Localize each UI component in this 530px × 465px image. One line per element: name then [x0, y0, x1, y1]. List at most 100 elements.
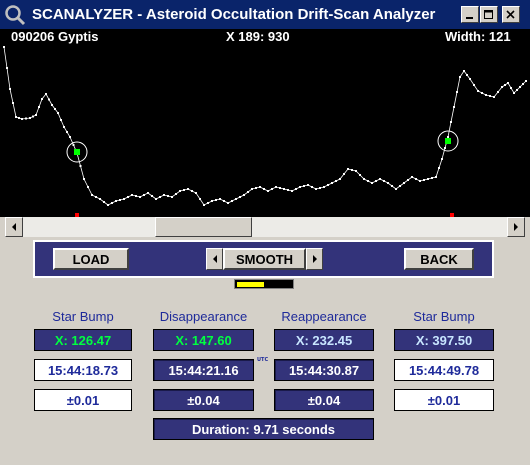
maximize-button[interactable] — [480, 6, 498, 23]
light-curve-point — [135, 195, 137, 197]
light-curve-point — [473, 84, 475, 86]
app-icon — [4, 4, 26, 26]
light-curve-point — [387, 182, 389, 184]
scroll-left-button[interactable] — [5, 217, 23, 237]
smooth-increase-button[interactable] — [306, 248, 323, 270]
object-name-label: 090206 Gyptis — [11, 29, 99, 44]
light-curve-point — [359, 174, 361, 176]
light-curve-point — [444, 147, 446, 149]
light-curve-point — [147, 192, 149, 194]
light-curve-point — [469, 78, 471, 80]
light-curve-point — [367, 180, 369, 182]
light-curve-point — [291, 190, 293, 192]
minimize-button[interactable] — [461, 6, 479, 23]
scroll-right-button[interactable] — [507, 217, 525, 237]
smooth-button[interactable]: SMOOTH — [223, 248, 306, 270]
light-curve-point — [299, 186, 301, 188]
light-curve-point — [343, 173, 345, 175]
light-curve-point — [25, 117, 27, 120]
light-curve-point — [215, 199, 217, 201]
light-curve-point — [466, 74, 468, 76]
light-curve-point — [227, 202, 229, 204]
control-toolbar: LOAD SMOOTH BACK — [33, 240, 494, 278]
cursor-readout: X 189: 930 — [226, 29, 290, 44]
light-curve-point — [219, 198, 221, 200]
scrollbar-thumb[interactable] — [155, 217, 252, 237]
disappearance-error: ±0.04 — [153, 389, 254, 411]
reappearance-heading: Reappearance — [281, 309, 367, 324]
drift-scan-plot[interactable]: 090206 Gyptis X 189: 930 Width: 121 — [0, 29, 530, 217]
light-curve-point — [303, 185, 305, 187]
light-curve-point — [41, 98, 43, 100]
light-curve-point — [247, 191, 249, 193]
light-curve-point — [456, 91, 458, 93]
light-curve-point — [481, 92, 483, 94]
horizontal-scrollbar[interactable] — [5, 217, 525, 237]
light-curve-point — [6, 67, 8, 69]
reappearance-error: ±0.04 — [274, 389, 374, 411]
smooth-level-fill — [237, 282, 264, 287]
light-curve-point — [319, 187, 321, 189]
star-bump-right-heading: Star Bump — [413, 309, 475, 324]
light-curve-point — [9, 88, 11, 90]
reappearance-time: 15:44:30.87 — [274, 359, 374, 381]
light-curve-point — [127, 196, 129, 198]
light-curve-point — [504, 84, 506, 86]
light-curve-point — [279, 187, 281, 189]
light-curve-point — [235, 198, 237, 200]
light-curve-point — [21, 118, 23, 120]
light-curve-point — [259, 186, 261, 188]
light-curve-point — [223, 200, 225, 202]
light-curve-line — [3, 46, 527, 206]
light-curve-point — [239, 196, 241, 198]
light-curve-graph — [3, 46, 527, 217]
light-curve-point — [163, 194, 165, 196]
light-curve-point — [95, 196, 97, 198]
light-curve-point — [477, 90, 479, 92]
light-curve-point — [69, 136, 71, 138]
light-curve-point — [171, 196, 173, 198]
back-button[interactable]: BACK — [404, 248, 474, 270]
light-curve-point — [66, 131, 68, 133]
light-curve-point — [63, 126, 65, 128]
light-curve-point — [415, 178, 417, 180]
reappearance-x: X: 232.45 — [274, 329, 374, 351]
light-curve-point — [195, 192, 197, 194]
light-curve-point — [207, 202, 209, 204]
light-curve-point — [307, 184, 309, 186]
light-curve-point — [45, 93, 47, 95]
light-curve-point — [107, 204, 109, 206]
light-curve-point — [493, 96, 495, 98]
light-curve-point — [407, 179, 409, 181]
light-curve-point — [438, 167, 440, 169]
light-curve-point — [263, 188, 265, 190]
close-button[interactable] — [502, 6, 520, 23]
utc-label: UTC — [257, 357, 269, 363]
light-curve-point — [251, 188, 253, 190]
light-curve-point — [497, 91, 499, 93]
light-curve-point — [91, 194, 93, 196]
light-curve-point — [516, 89, 518, 91]
light-curve-point — [489, 95, 491, 97]
light-curve-point — [323, 186, 325, 188]
light-curve-point — [459, 76, 461, 78]
minimize-icon — [466, 16, 473, 19]
light-curve-point — [151, 195, 153, 197]
light-curve-point — [199, 198, 201, 200]
star-bump-left-error: ±0.01 — [34, 389, 132, 411]
light-curve-point — [103, 201, 105, 203]
light-curve-point — [72, 144, 75, 146]
light-curve-point — [187, 188, 189, 190]
light-curve-point — [139, 196, 141, 198]
light-curve-point — [507, 82, 509, 84]
light-curve-point — [191, 190, 193, 192]
light-curve-point — [231, 200, 233, 202]
light-curve-point — [115, 200, 117, 202]
smooth-decrease-button[interactable] — [206, 248, 223, 270]
light-curve-point — [411, 176, 413, 178]
star-bump-right-x: X: 397.50 — [394, 329, 494, 351]
load-button[interactable]: LOAD — [53, 248, 129, 270]
disappearance-x: X: 147.60 — [153, 329, 254, 351]
light-curve-point — [275, 186, 277, 188]
arrow-right-icon — [514, 223, 518, 231]
